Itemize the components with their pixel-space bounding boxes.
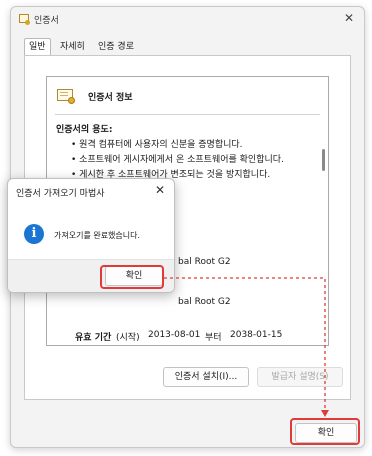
arrow-head <box>321 410 329 417</box>
dashed-path <box>164 277 326 411</box>
arrow-connector <box>164 277 329 417</box>
